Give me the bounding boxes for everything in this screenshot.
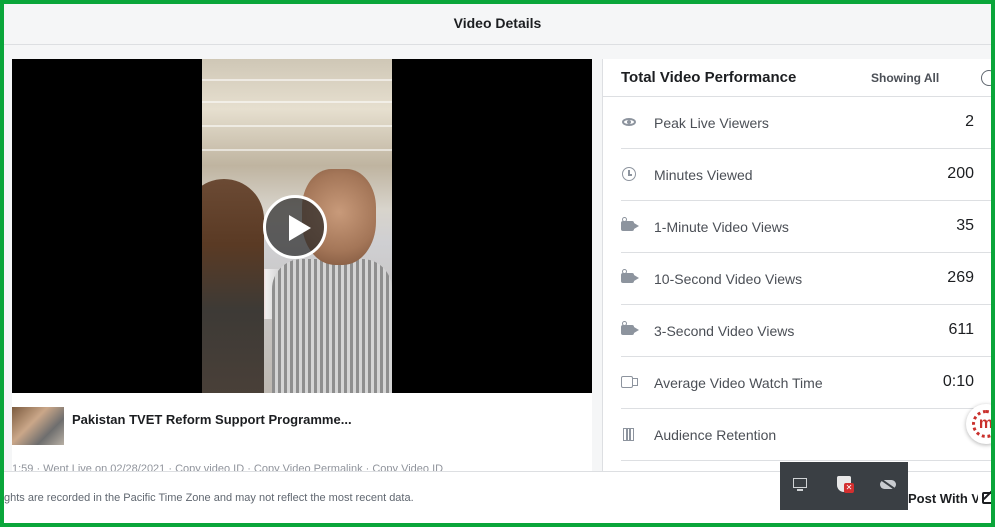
play-button[interactable] <box>263 195 327 259</box>
metric-value: 269 <box>947 269 974 286</box>
video-camera-icon <box>621 321 639 338</box>
metric-label: Peak Live Viewers <box>654 115 769 131</box>
video-recorder-icon <box>621 374 639 390</box>
performance-title: Total Video Performance <box>621 69 797 86</box>
footer-note: ghts are recorded in the Pacific Time Zo… <box>4 492 414 504</box>
play-icon <box>289 215 311 241</box>
edit-icon[interactable] <box>978 486 991 514</box>
window-frame: Video Details Pakistan TVET Reform Suppo… <box>0 0 995 527</box>
video-camera-icon <box>621 217 639 234</box>
metric-label: Average Video Watch Time <box>654 375 823 391</box>
metric-row-minutes-viewed: Minutes Viewed 200 <box>621 149 991 201</box>
metric-value: 200 <box>947 165 974 182</box>
metric-label: 3-Second Video Views <box>654 323 795 339</box>
main-content: Pakistan TVET Reform Support Programme..… <box>4 45 991 473</box>
video-camera-icon <box>621 269 639 286</box>
page-title: Video Details <box>4 4 991 45</box>
metric-label: Minutes Viewed <box>654 167 753 183</box>
system-tray <box>780 462 908 510</box>
metric-label: Audience Retention <box>654 427 777 443</box>
monitor-icon[interactable] <box>792 476 810 494</box>
metric-row-1-minute-video-views: 1-Minute Video Views 35 <box>621 201 991 253</box>
metric-row-10-second-video-views: 10-Second Video Views 269 <box>621 253 991 305</box>
clock-icon <box>621 166 639 182</box>
video-panel: Pakistan TVET Reform Support Programme..… <box>12 59 592 473</box>
eye-icon <box>621 114 639 130</box>
metric-value: 2 <box>965 113 974 130</box>
video-title[interactable]: Pakistan TVET Reform Support Programme..… <box>72 412 352 427</box>
shield-alert-icon[interactable] <box>836 476 854 494</box>
video-player[interactable] <box>12 59 592 393</box>
filter-label[interactable]: Showing All <box>871 71 939 85</box>
film-strip-icon <box>621 426 639 442</box>
metric-row-audience-retention[interactable]: Audience Retention <box>621 409 991 461</box>
video-thumbnail[interactable] <box>12 407 64 445</box>
metric-row-3-second-video-views: 3-Second Video Views 611 <box>621 305 991 357</box>
metric-row-peak-live-viewers: Peak Live Viewers 2 <box>621 97 991 149</box>
metric-label: 1-Minute Video Views <box>654 219 789 235</box>
performance-panel: Total Video Performance Showing All Peak… <box>602 59 991 471</box>
post-with-button[interactable]: Post With V <box>908 486 978 514</box>
metric-value: 611 <box>948 321 974 338</box>
metric-value: 35 <box>956 217 974 234</box>
metric-row-average-video-watch-time: Average Video Watch Time 0:10 <box>621 357 991 409</box>
filter-toggle[interactable] <box>981 70 991 86</box>
cloud-off-icon[interactable] <box>880 476 898 494</box>
footer: ghts are recorded in the Pacific Time Zo… <box>4 462 991 523</box>
logo-icon: m <box>972 410 991 438</box>
metric-label: 10-Second Video Views <box>654 271 803 287</box>
metric-value: 0:10 <box>942 373 974 390</box>
